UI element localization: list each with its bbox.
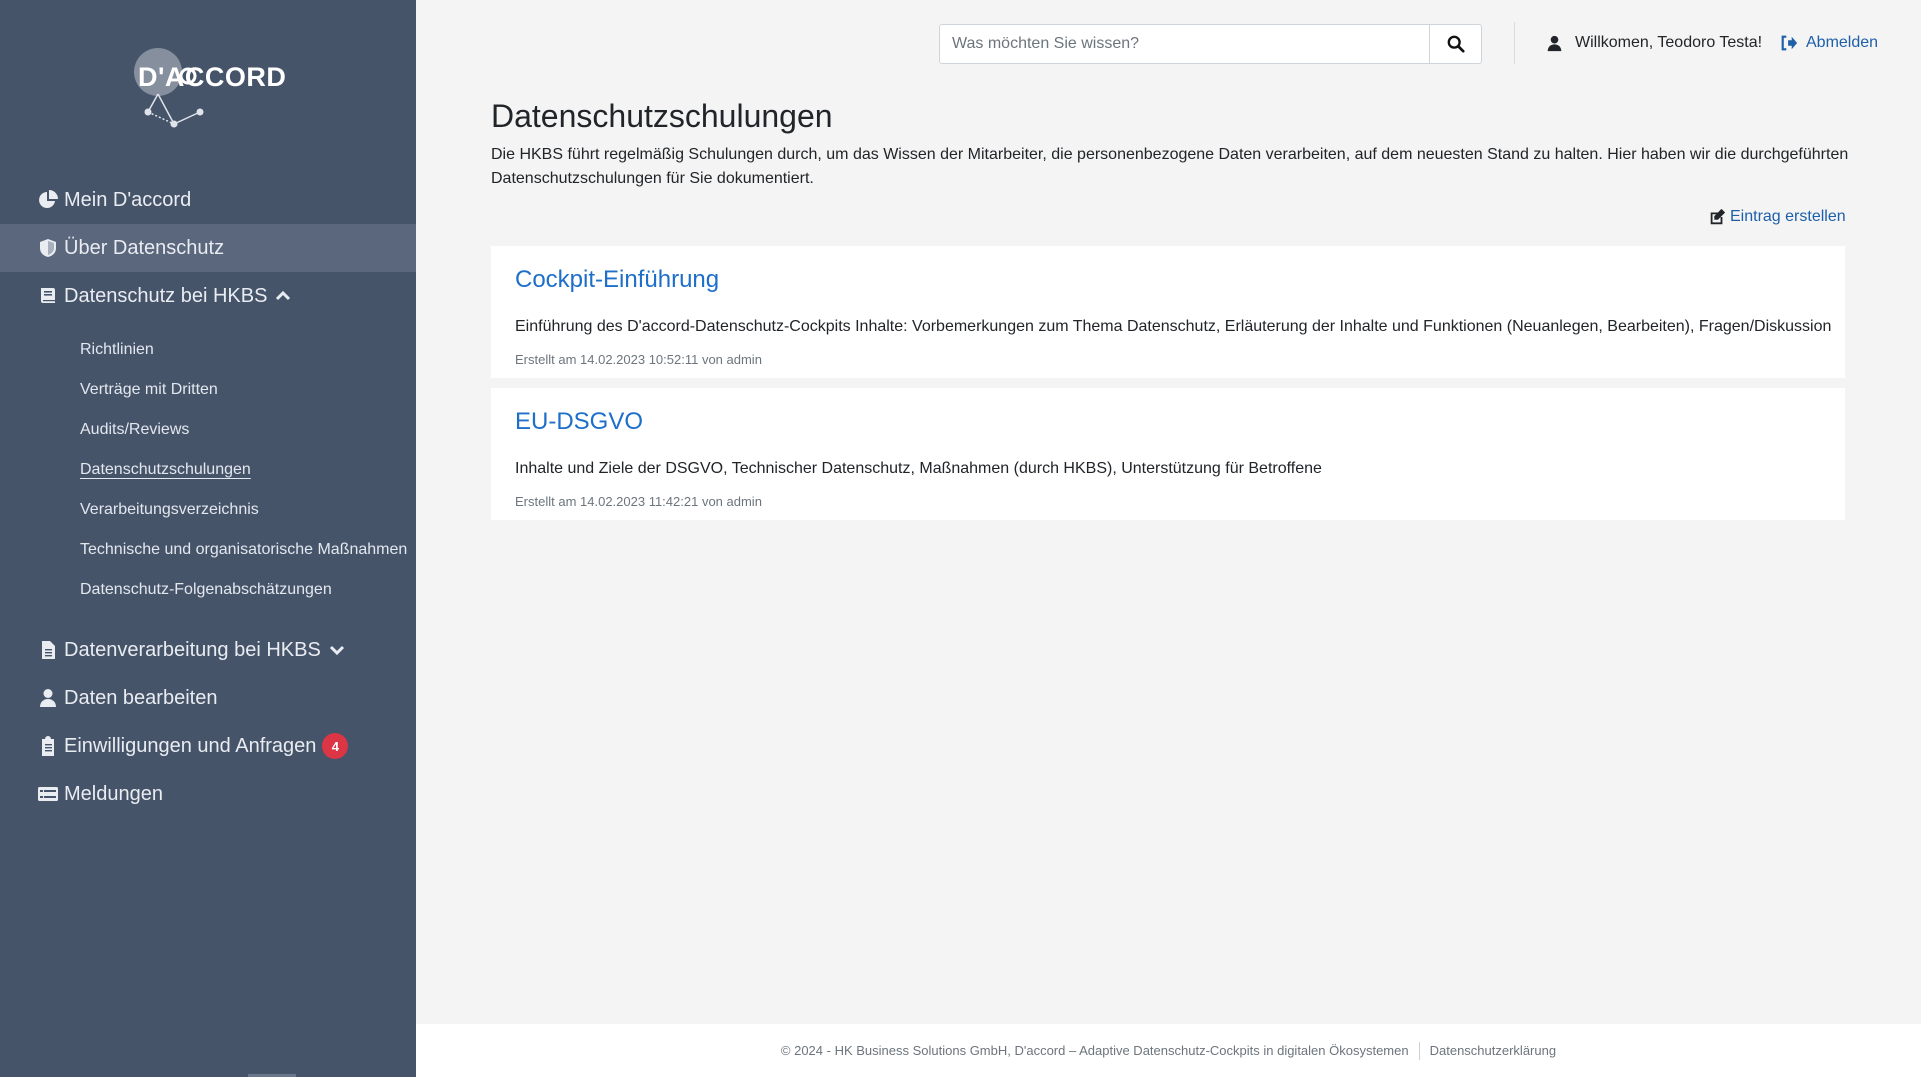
chevron-down-icon [329, 642, 345, 658]
training-meta: Erstellt am 14.02.2023 11:42:21 von admi… [515, 494, 762, 509]
sign-out-icon [1781, 35, 1798, 51]
sidebar-item-datenverarbeitung[interactable]: Datenverarbeitung bei HKBS [0, 626, 416, 674]
page-intro: Die HKBS führt regelmäßig Schulungen dur… [491, 146, 1849, 187]
logout-label: Abmelden [1806, 34, 1879, 51]
user-greeting: Willkomen, Teodoro Testa! [1546, 34, 1762, 52]
sidebar-item-datenschutz-bei-hkbs[interactable]: Datenschutz bei HKBS [0, 272, 416, 320]
sidebar-item-label: Datenverarbeitung bei HKBS [64, 638, 321, 661]
logo-text: D'ACCORD [138, 62, 287, 92]
submenu-item-richtlinien[interactable]: Richtlinien [0, 330, 416, 370]
footer-copyright: © 2024 - HK Business Solutions GmbH, D'a… [780, 1043, 1409, 1058]
sidebar-item-label: Meldungen [64, 782, 163, 805]
submenu-item-label: Datenschutzschulungen [80, 461, 251, 478]
pie-chart-icon [38, 190, 58, 210]
sidebar-item-meldungen[interactable]: Meldungen [0, 770, 416, 818]
sidebar-item-label: Daten bearbeiten [64, 686, 218, 709]
submenu: Richtlinien Verträge mit Dritten Audits/… [0, 320, 416, 626]
submenu-item-audits[interactable]: Audits/Reviews [0, 410, 416, 450]
sidebar-nav: Mein D'accord Über Datenschutz Datenschu… [0, 176, 416, 818]
submenu-item-label: Technische und organisatorische Maßnahme… [80, 541, 408, 558]
submenu-item-label: Datenschutz-Folgenabschätzungen [80, 581, 332, 598]
training-meta: Erstellt am 14.02.2023 10:52:11 von admi… [515, 352, 762, 367]
list-icon [38, 784, 58, 804]
create-entry-label: Eintrag erstellen [1730, 208, 1846, 225]
privacy-policy-link[interactable]: Datenschutzerklärung [1430, 1043, 1556, 1058]
submenu-item-dsfa[interactable]: Datenschutz-Folgenabschätzungen [0, 570, 416, 610]
submenu-item-datenschutzschulungen[interactable]: Datenschutzschulungen [0, 450, 416, 490]
submenu-item-label: Verarbeitungsverzeichnis [80, 501, 259, 518]
notification-badge: 4 [322, 733, 349, 759]
search-input[interactable] [940, 25, 1429, 63]
training-title-link[interactable]: Cockpit-Einführung [515, 266, 719, 294]
brand-logo[interactable]: D'ACCORD [128, 44, 288, 134]
sidebar: D'ACCORD Mein D'accord Über Datenschutz … [0, 0, 416, 1077]
submenu-item-vertraege[interactable]: Verträge mit Dritten [0, 370, 416, 410]
training-card: Cockpit-Einführung Einführung des D'acco… [491, 246, 1845, 378]
search-bar [939, 24, 1482, 64]
footer-divider [1418, 1041, 1420, 1060]
sidebar-item-label: Über Datenschutz [64, 236, 225, 259]
page-title: Datenschutzschulungen [491, 98, 833, 134]
sidebar-item-label: Einwilligungen und Anfragen [64, 734, 317, 757]
clipboard-icon [38, 736, 58, 756]
sidebar-item-label: Mein D'accord [64, 188, 192, 211]
edit-icon [1710, 208, 1726, 225]
welcome-text: Willkomen, Teodoro Testa! [1575, 34, 1763, 51]
sidebar-item-ueber-datenschutz[interactable]: Über Datenschutz [0, 224, 416, 272]
search-icon [1447, 35, 1465, 53]
training-card: EU-DSGVO Inhalte und Ziele der DSGVO, Te… [491, 388, 1845, 520]
training-description: Einführung des D'accord-Datenschutz-Cock… [515, 318, 1832, 335]
submenu-item-label: Verträge mit Dritten [80, 381, 218, 398]
sidebar-item-label: Datenschutz bei HKBS [64, 284, 268, 307]
submenu-item-label: Audits/Reviews [80, 421, 190, 438]
create-entry-link[interactable]: Eintrag erstellen [1708, 208, 1846, 226]
logout-link[interactable]: Abmelden [1780, 34, 1878, 52]
submenu-item-tom[interactable]: Technische und organisatorische Maßnahme… [0, 530, 416, 570]
shield-icon [38, 238, 58, 258]
sidebar-item-daten-bearbeiten[interactable]: Daten bearbeiten [0, 674, 416, 722]
user-icon [1547, 35, 1562, 51]
sidebar-item-einwilligungen[interactable]: Einwilligungen und Anfragen 4 [0, 722, 416, 770]
search-button[interactable] [1429, 25, 1481, 63]
training-title-link[interactable]: EU-DSGVO [515, 408, 643, 436]
file-icon [38, 640, 58, 660]
footer: © 2024 - HK Business Solutions GmbH, D'a… [416, 1024, 1921, 1077]
book-icon [38, 286, 58, 306]
training-description: Inhalte und Ziele der DSGVO, Technischer… [515, 460, 1322, 477]
user-icon [38, 688, 58, 708]
chevron-up-icon [275, 288, 291, 304]
submenu-item-verarbeitungsverzeichnis[interactable]: Verarbeitungsverzeichnis [0, 490, 416, 530]
header-divider [1514, 22, 1515, 64]
sidebar-item-mein-daccord[interactable]: Mein D'accord [0, 176, 416, 224]
submenu-item-label: Richtlinien [80, 341, 154, 358]
